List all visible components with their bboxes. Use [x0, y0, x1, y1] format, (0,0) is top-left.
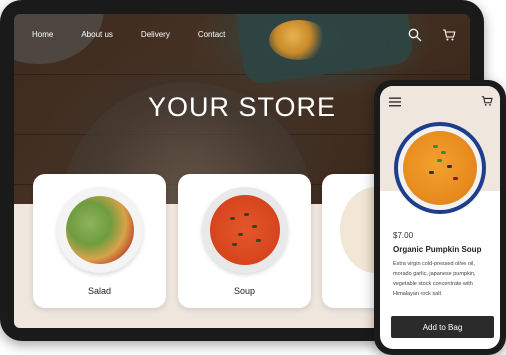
seed-garnish [429, 171, 434, 174]
herb-garnish [244, 213, 249, 216]
phone-screen: $7.00 Organic Pumpkin Soup Extra virgin … [380, 86, 500, 349]
salad-image [57, 187, 143, 273]
product-card-salad[interactable]: Salad [33, 174, 166, 308]
product-card-soup[interactable]: Soup [178, 174, 311, 308]
cart-icon[interactable] [442, 28, 456, 42]
herb-garnish [441, 151, 446, 154]
herb-garnish [256, 239, 261, 242]
soup-image [202, 187, 288, 273]
nav-home[interactable]: Home [32, 30, 53, 39]
search-icon[interactable] [408, 28, 422, 42]
herb-garnish [437, 159, 442, 162]
hamburger-menu-icon[interactable] [389, 97, 401, 107]
background-plate [14, 14, 104, 64]
wood-texture [14, 74, 470, 75]
herb-garnish [238, 233, 243, 236]
nav-delivery[interactable]: Delivery [141, 30, 170, 39]
top-nav: Home About us Delivery Contact [32, 30, 253, 39]
product-label: Soup [233, 286, 256, 296]
herb-garnish [230, 217, 235, 220]
pumpkin-soup-image [394, 122, 486, 214]
herb-garnish [252, 225, 257, 228]
nav-contact[interactable]: Contact [198, 30, 226, 39]
phone-device: $7.00 Organic Pumpkin Soup Extra virgin … [374, 80, 506, 355]
product-label: Salad [87, 286, 112, 296]
product-description: Extra virgin cold-pressed olive oil, mor… [393, 261, 476, 297]
herb-garnish [232, 243, 237, 246]
add-to-bag-button[interactable]: Add to Bag [391, 316, 494, 338]
background-food [269, 20, 329, 60]
nav-about-us[interactable]: About us [81, 30, 113, 39]
product-name: Organic Pumpkin Soup [393, 245, 482, 254]
product-price: $7.00 [393, 231, 414, 240]
pomegranate-garnish [453, 177, 458, 180]
seed-garnish [447, 165, 452, 168]
cart-icon[interactable] [481, 95, 493, 107]
herb-garnish [433, 145, 438, 148]
